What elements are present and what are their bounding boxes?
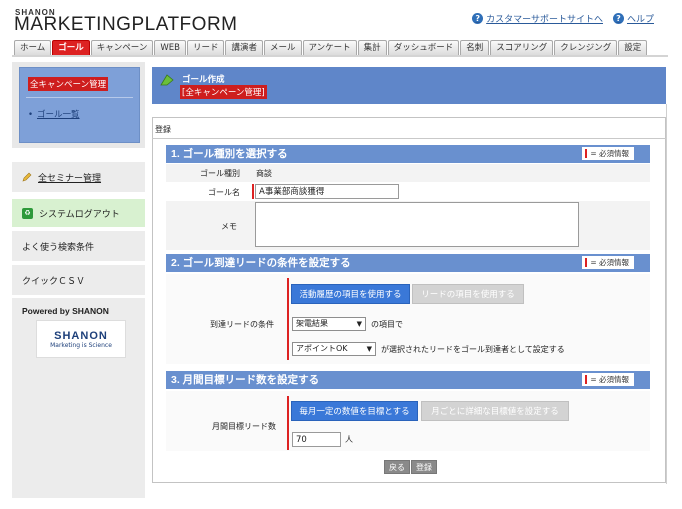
goal-type-value: 商談 [256, 169, 272, 178]
page-header: ゴール作成 [全キャンペーン管理] [152, 67, 666, 104]
section-heading-text: 2. ゴール到達リードの条件を設定する [171, 257, 351, 269]
value-suffix: が選択されたリードをゴール到達者として設定する [381, 345, 565, 354]
activity-field-select-value: 架電結果 [296, 319, 328, 328]
section-lead-condition-heading: 2. ゴール到達リードの条件を設定する = 必須情報 [166, 254, 650, 272]
tab-dashboard[interactable]: ダッシュボード [387, 40, 460, 55]
main-tabs: ホーム ゴール キャンペーン WEB リード 講演者 メール アンケート 集計 … [14, 40, 648, 55]
tab-survey[interactable]: アンケート [302, 40, 357, 55]
shanon-logo-name: SHANON [54, 329, 108, 342]
section-heading-text: 3. 月間目標リード数を設定する [171, 374, 320, 386]
goal-flag-icon [160, 74, 174, 86]
chevron-down-icon: ▼ [356, 320, 362, 328]
tab-settings[interactable]: 設定 [618, 40, 648, 55]
brand-logo: MARKETINGPLATFORM [14, 14, 238, 35]
tab-home[interactable]: ホーム [14, 40, 52, 55]
use-lead-items-button[interactable]: リードの項目を使用する [412, 284, 524, 304]
monthly-detail-target-button[interactable]: 月ごとに詳細な目標値を設定する [421, 401, 569, 421]
tab-cleansing[interactable]: クレンジング [554, 40, 618, 55]
section-monthly-target-heading: 3. 月間目標リード数を設定する = 必須情報 [166, 371, 650, 389]
required-legend: = 必須情報 [582, 373, 634, 386]
divider [12, 228, 145, 230]
target-unit: 人 [345, 435, 353, 444]
sidebar-item-syslog[interactable]: ♻ システムログアウト [12, 199, 145, 227]
tab-goal[interactable]: ゴール [52, 40, 90, 55]
sidebar-item-seminar-label: 全セミナー管理 [38, 173, 102, 184]
use-activity-items-button[interactable]: 活動履歴の項目を使用する [291, 284, 410, 304]
divider [12, 262, 145, 264]
divider [152, 138, 666, 139]
help-circle-icon: ? [472, 13, 484, 24]
tab-web[interactable]: WEB [154, 40, 186, 55]
pencil-icon [22, 172, 32, 182]
tab-underline [12, 55, 668, 57]
page-subtitle: [全キャンペーン管理] [180, 85, 267, 99]
required-legend: = 必須情報 [582, 256, 634, 269]
sidebar-item-seminar[interactable]: 全セミナー管理 [12, 162, 145, 192]
required-marker [252, 184, 254, 199]
chevron-down-icon: ▼ [366, 345, 372, 353]
required-marker [287, 278, 289, 360]
section-heading-text: 1. ゴール種別を選択する [171, 148, 288, 160]
tab-mail[interactable]: メール [263, 40, 302, 55]
page-title: ゴール作成 [182, 75, 225, 85]
recycle-icon: ♻ [22, 207, 33, 219]
back-button[interactable]: 戻る [384, 460, 410, 474]
required-legend: = 必須情報 [582, 147, 634, 160]
shanon-logo: SHANON Marketing is Science [36, 320, 126, 358]
monthly-target-label: 月間目標リード数 [212, 422, 276, 431]
sidebar-campaign-title[interactable]: 全キャンペーン管理 [28, 77, 109, 91]
sidebar-item-saved-search[interactable]: よく使う検索条件 [12, 231, 145, 261]
divider [12, 196, 145, 198]
lead-condition-label: 到達リードの条件 [210, 320, 274, 329]
tab-lead[interactable]: リード [186, 40, 225, 55]
tab-campaign[interactable]: キャンペーン [90, 40, 154, 55]
sidebar-item-syslog-label: システムログアウト [39, 209, 120, 220]
monthly-target-input[interactable]: 70 [292, 432, 341, 447]
register-button[interactable]: 登録 [411, 460, 437, 474]
sidebar-item-goal-list[interactable]: ゴール一覧 [28, 108, 139, 120]
powered-by-panel: Powered by SHANON SHANON Marketing is Sc… [12, 298, 145, 498]
field-suffix: の項目で [371, 320, 403, 329]
scrollbar[interactable] [666, 104, 667, 484]
tab-aggregate[interactable]: 集計 [357, 40, 387, 55]
goal-name-input[interactable]: A事業部商談獲得 [255, 184, 399, 199]
shanon-logo-tagline: Marketing is Science [50, 341, 112, 349]
tab-scoring[interactable]: スコアリング [490, 40, 554, 55]
support-link-label: カスタマーサポートサイトへ [486, 15, 603, 25]
section-goal-type-heading: 1. ゴール種別を選択する = 必須情報 [166, 145, 650, 163]
activity-field-select[interactable]: 架電結果 ▼ [292, 317, 366, 331]
help-link-label: ヘルプ [626, 15, 654, 25]
sidebar-item-saved-search-label: よく使う検索条件 [22, 242, 95, 253]
activity-value-select-value: アポイントOK [296, 344, 348, 353]
memo-textarea[interactable] [255, 202, 579, 247]
fixed-target-button[interactable]: 毎月一定の数値を目標とする [291, 401, 418, 421]
powered-by-text: Powered by SHANON [22, 306, 109, 316]
top-links: ? カスタマーサポートサイトへ ? ヘルプ [472, 12, 654, 25]
help-circle-icon: ? [612, 13, 624, 24]
support-link[interactable]: ? カスタマーサポートサイトへ [472, 12, 603, 25]
sidebar-item-quick-csv-label: クイックＣＳＶ [22, 276, 86, 287]
activity-value-select[interactable]: アポイントOK ▼ [292, 342, 376, 356]
memo-label: メモ [221, 222, 237, 231]
required-marker [287, 396, 289, 450]
tab-speaker[interactable]: 講演者 [225, 40, 263, 55]
help-link[interactable]: ? ヘルプ [612, 12, 654, 25]
divider [26, 97, 133, 98]
tab-business-card[interactable]: 名刺 [460, 40, 490, 55]
sidebar-campaign-panel: 全キャンペーン管理 ゴール一覧 [19, 67, 140, 143]
register-label: 登録 [155, 125, 171, 134]
sidebar-item-quick-csv[interactable]: クイックＣＳＶ [12, 265, 145, 295]
goal-name-label: ゴール名 [208, 188, 240, 197]
goal-type-label: ゴール種別 [200, 169, 240, 178]
